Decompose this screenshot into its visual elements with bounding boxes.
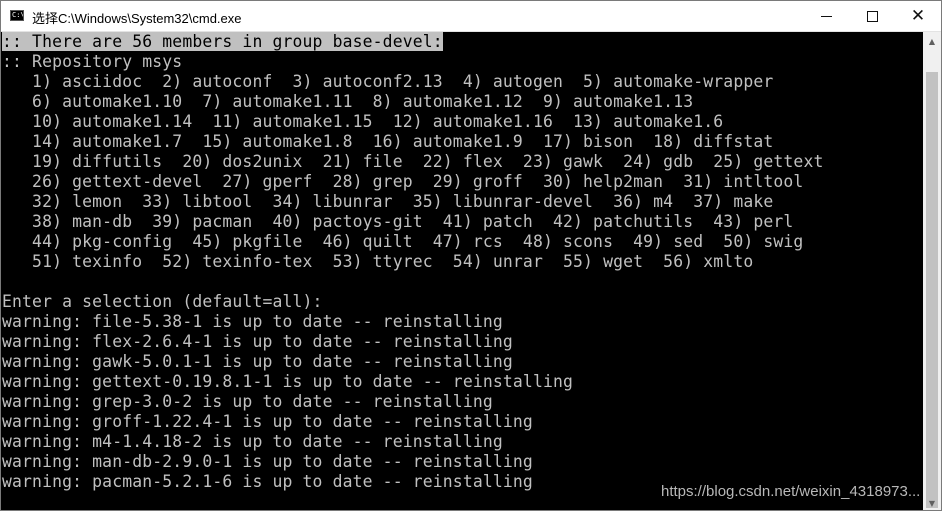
scroll-up-button[interactable]: ▲ — [923, 32, 941, 50]
close-icon: ✕ — [910, 6, 926, 26]
console-line: :: Repository msys — [1, 52, 923, 72]
console-line-text: :: Repository msys — [2, 52, 183, 71]
console-line-text: warning: flex-2.6.4-1 is up to date -- r… — [2, 332, 513, 351]
console-line: :: There are 56 members in group base-de… — [1, 32, 923, 52]
console-line: 44) pkg-config 45) pkgfile 46) quilt 47)… — [1, 232, 923, 252]
console-line: 38) man-db 39) pacman 40) pactoys-git 41… — [1, 212, 923, 232]
console-line-text: 26) gettext-devel 27) gperf 28) grep 29)… — [2, 172, 804, 191]
console-line: warning: gettext-0.19.8.1-1 is up to dat… — [1, 372, 923, 392]
minimize-button[interactable] — [803, 1, 849, 31]
console-line: 26) gettext-devel 27) gperf 28) grep 29)… — [1, 172, 923, 192]
title-bar[interactable]: C:\ 选择C:\Windows\System32\cmd.exe ✕ — [1, 1, 941, 32]
scroll-up-icon: ▲ — [928, 36, 936, 46]
console-line: 19) diffutils 20) dos2unix 21) file 22) … — [1, 152, 923, 172]
console-line: 6) automake1.10 7) automake1.11 8) autom… — [1, 92, 923, 112]
console-line: warning: m4-1.4.18-2 is up to date -- re… — [1, 432, 923, 452]
scroll-down-icon: ▼ — [928, 498, 936, 508]
console-line-text: 10) automake1.14 11) automake1.15 12) au… — [2, 112, 724, 131]
console-line: 51) texinfo 52) texinfo-tex 53) ttyrec 5… — [1, 252, 923, 272]
console-line-text: warning: m4-1.4.18-2 is up to date -- re… — [2, 432, 503, 451]
maximize-button[interactable] — [849, 1, 895, 31]
console-line-text: 1) asciidoc 2) autoconf 3) autoconf2.13 … — [2, 72, 774, 91]
console-output[interactable]: :: There are 56 members in group base-de… — [1, 32, 923, 510]
console-line-text: 6) automake1.10 7) automake1.11 8) autom… — [2, 92, 694, 111]
vertical-scrollbar[interactable]: ▲ ▼ — [923, 32, 941, 510]
scroll-down-button[interactable]: ▼ — [923, 494, 941, 510]
minimize-icon — [820, 15, 832, 17]
console-line: warning: gawk-5.0.1-1 is up to date -- r… — [1, 352, 923, 372]
console-line-text: warning: file-5.38-1 is up to date -- re… — [2, 312, 503, 331]
console-line-text: warning: groff-1.22.4-1 is up to date --… — [2, 412, 533, 431]
console-line-text: 32) lemon 33) libtool 34) libunrar 35) l… — [2, 192, 774, 211]
console-line-text: 51) texinfo 52) texinfo-tex 53) ttyrec 5… — [2, 252, 754, 271]
console-line-text: 44) pkg-config 45) pkgfile 46) quilt 47)… — [2, 232, 804, 251]
console-line: warning: groff-1.22.4-1 is up to date --… — [1, 412, 923, 432]
console-line-text: warning: pacman-5.2.1-6 is up to date --… — [2, 472, 533, 491]
close-button[interactable]: ✕ — [895, 1, 941, 31]
console-line-text: 38) man-db 39) pacman 40) pactoys-git 41… — [2, 212, 794, 231]
console-line-text: 19) diffutils 20) dos2unix 21) file 22) … — [2, 152, 824, 171]
scrollbar-thumb[interactable] — [926, 72, 938, 508]
console-line-text: warning: gawk-5.0.1-1 is up to date -- r… — [2, 352, 513, 371]
console-line: 32) lemon 33) libtool 34) libunrar 35) l… — [1, 192, 923, 212]
console-line-text: 14) automake1.7 15) automake1.8 16) auto… — [2, 132, 774, 151]
console-line: warning: file-5.38-1 is up to date -- re… — [1, 312, 923, 332]
console-line-text: :: There are 56 members in group base-de… — [2, 32, 443, 51]
console-line-text: warning: man-db-2.9.0-1 is up to date --… — [2, 452, 533, 471]
console-line: warning: man-db-2.9.0-1 is up to date --… — [1, 452, 923, 472]
console-line: Enter a selection (default=all): — [1, 292, 923, 312]
cmd-icon[interactable]: C:\ — [10, 10, 24, 21]
console-line: 10) automake1.14 11) automake1.15 12) au… — [1, 112, 923, 132]
cmd-window: C:\ 选择C:\Windows\System32\cmd.exe ✕ :: T… — [0, 0, 942, 511]
console-line-text: warning: gettext-0.19.8.1-1 is up to dat… — [2, 372, 574, 391]
watermark: https://blog.csdn.net/weixin_4318973... — [661, 483, 921, 500]
console-line-text: Enter a selection (default=all): — [2, 292, 323, 311]
console-line: 14) automake1.7 15) automake1.8 16) auto… — [1, 132, 923, 152]
console-line: 1) asciidoc 2) autoconf 3) autoconf2.13 … — [1, 72, 923, 92]
window-title: 选择C:\Windows\System32\cmd.exe — [32, 11, 242, 26]
console-line: warning: flex-2.6.4-1 is up to date -- r… — [1, 332, 923, 352]
console-line: warning: grep-3.0-2 is up to date -- rei… — [1, 392, 923, 412]
console-line-text: warning: grep-3.0-2 is up to date -- rei… — [2, 392, 493, 411]
maximize-icon — [866, 10, 878, 22]
